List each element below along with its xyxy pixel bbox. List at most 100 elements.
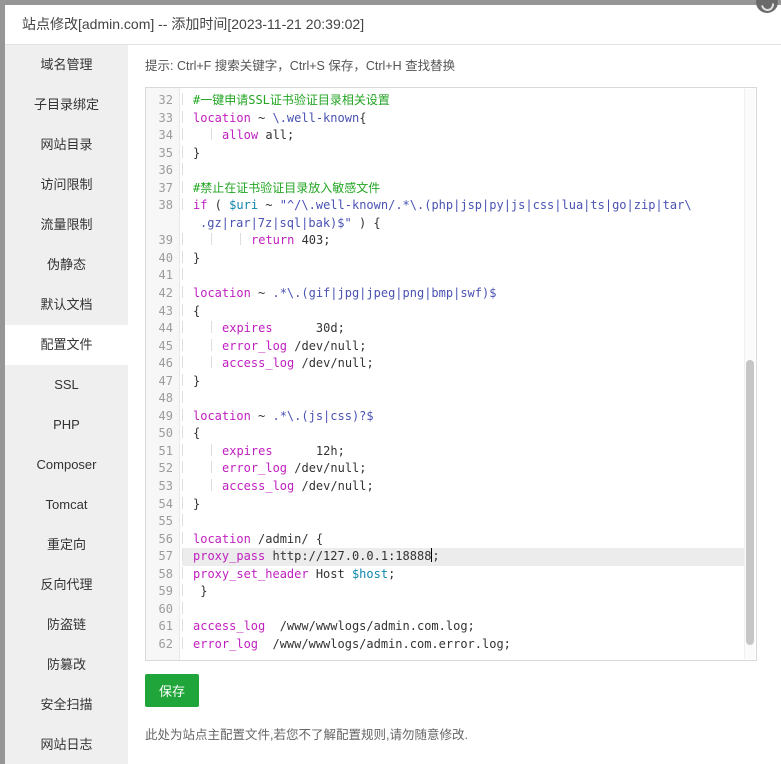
sidebar-item-7[interactable]: 配置文件 [5,325,128,365]
code-line[interactable]: expires 12h; [182,443,744,461]
indent-guide [211,444,222,456]
code-line[interactable]: return 403; [182,232,744,250]
code-line[interactable] [182,601,744,619]
indent-guide [182,584,193,596]
settings-sidebar: 域名管理子目录绑定网站目录访问限制流量限制伪静态默认文档配置文件SSLPHPCo… [5,45,128,764]
indent-guide [182,163,193,175]
indent-guide [182,374,193,386]
indent-guide [182,198,193,210]
code-line[interactable]: access_log /www/wwwlogs/admin.com.log; [182,618,744,636]
line-number: 52 [146,460,179,478]
line-number: 61 [146,618,179,636]
sidebar-item-4[interactable]: 流量限制 [5,205,128,245]
line-number: 59 [146,583,179,601]
sidebar-item-17[interactable]: 网站日志 [5,725,128,764]
sidebar-item-0[interactable]: 域名管理 [5,45,128,85]
indent-guide [182,619,193,631]
code-line[interactable] [182,513,744,531]
code-line[interactable] [182,162,744,180]
code-line[interactable]: location /admin/ { [182,531,744,549]
indent-guide [182,356,211,368]
sidebar-item-15[interactable]: 防篡改 [5,645,128,685]
line-number: 45 [146,338,179,356]
editor-hint-text: 提示: Ctrl+F 搜索关键字，Ctrl+S 保存，Ctrl+H 查找替换 [145,58,764,75]
line-number: 38 [146,197,179,215]
line-number: 35 [146,145,179,163]
code-line[interactable] [182,390,744,408]
indent-guide [211,128,222,140]
sidebar-item-5[interactable]: 伪静态 [5,245,128,285]
line-number: 54 [146,496,179,514]
line-number: 49 [146,408,179,426]
indent-guide [182,181,193,193]
sidebar-item-11[interactable]: Tomcat [5,485,128,525]
code-line[interactable]: location ~ .*\.(js|css)?$ [182,408,744,426]
line-number: 56 [146,531,179,549]
code-line[interactable]: error_log /dev/null; [182,338,744,356]
code-line[interactable]: { [182,303,744,321]
code-line[interactable]: { [182,425,744,443]
code-line[interactable]: if ( $uri ~ "^/\.well-known/.*\.(php|jsp… [182,197,744,215]
editor-code-area[interactable]: #一键申请SSL证书验证目录相关设置location ~ \.well-know… [180,88,756,660]
code-line[interactable] [182,267,744,285]
sidebar-item-9[interactable]: PHP [5,405,128,445]
indent-guide [211,356,222,368]
code-line[interactable]: } [182,583,744,601]
code-line[interactable]: location ~ \.well-known{ [182,110,744,128]
indent-guide [182,339,211,351]
indent-guide [182,304,193,316]
indent-guide [211,339,222,351]
sidebar-item-6[interactable]: 默认文档 [5,285,128,325]
sidebar-item-3[interactable]: 访问限制 [5,165,128,205]
footer-note: 此处为站点主配置文件,若您不了解配置规则,请勿随意修改. [145,724,764,743]
editor-scrollbar-thumb[interactable] [746,360,754,645]
code-line[interactable]: location ~ .*\.(gif|jpg|jpeg|png|bmp|swf… [182,285,744,303]
sidebar-item-14[interactable]: 防盗链 [5,605,128,645]
code-line[interactable]: #一键申请SSL证书验证目录相关设置 [182,92,744,110]
code-line[interactable]: expires 30d; [182,320,744,338]
indent-guide [182,426,193,438]
line-number: 37 [146,180,179,198]
indent-guide [182,602,193,614]
line-number: 48 [146,390,179,408]
line-number: 42 [146,285,179,303]
code-line[interactable]: allow all; [182,127,744,145]
site-modify-dialog: 站点修改[admin.com] -- 添加时间[2023-11-21 20:39… [5,5,781,764]
line-number: 40 [146,250,179,268]
code-line[interactable]: access_log /dev/null; [182,478,744,496]
editor-scrollbar[interactable] [744,89,755,659]
code-line[interactable]: error_log /dev/null; [182,460,744,478]
indent-guide [182,461,211,473]
indent-guide [182,233,211,245]
sidebar-item-16[interactable]: 安全扫描 [5,685,128,725]
line-number: 47 [146,373,179,391]
config-editor[interactable]: 3233343536373839404142434445464748495051… [145,87,757,661]
code-line-active[interactable]: proxy_pass http://127.0.0.1:18888; [182,548,744,566]
sidebar-item-10[interactable]: Composer [5,445,128,485]
sidebar-item-13[interactable]: 反向代理 [5,565,128,605]
code-line[interactable]: } [182,145,744,163]
indent-guide [182,567,193,579]
save-button[interactable]: 保存 [145,674,199,707]
sidebar-item-2[interactable]: 网站目录 [5,125,128,165]
indent-guide [211,321,222,333]
indent-guide [182,637,193,649]
code-line[interactable]: .gz|rar|7z|sql|bak)$" ) { [182,215,744,233]
code-line[interactable]: #禁止在证书验证目录放入敏感文件 [182,180,744,198]
code-line[interactable]: proxy_set_header Host $host; [182,566,744,584]
indent-guide [211,461,222,473]
sidebar-item-12[interactable]: 重定向 [5,525,128,565]
code-line[interactable]: } [182,250,744,268]
line-number: 60 [146,601,179,619]
line-number: 62 [146,636,179,654]
line-number: 53 [146,478,179,496]
code-line[interactable]: } [182,373,744,391]
line-number: 34 [146,127,179,145]
code-line[interactable]: } [182,496,744,514]
indent-guide [211,233,240,245]
indent-guide [182,497,193,509]
sidebar-item-1[interactable]: 子目录绑定 [5,85,128,125]
code-line[interactable]: error_log /www/wwwlogs/admin.com.error.l… [182,636,744,654]
code-line[interactable]: access_log /dev/null; [182,355,744,373]
sidebar-item-8[interactable]: SSL [5,365,128,405]
